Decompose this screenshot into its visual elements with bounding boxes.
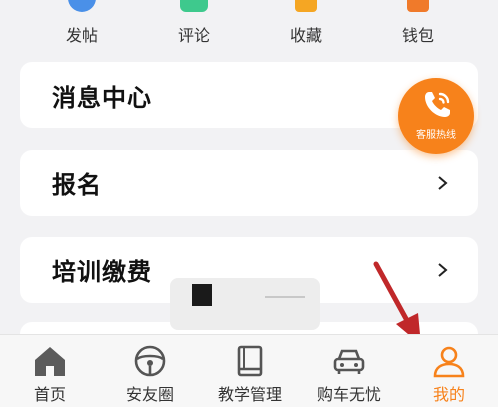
- post-icon: [68, 0, 96, 12]
- quick-action-comment[interactable]: 评论: [154, 0, 234, 52]
- bottom-tab-bar: 首页 安友圈 教学管理 购车无忧 我的: [0, 334, 498, 407]
- tab-label: 安友圈: [125, 385, 174, 404]
- tab-teaching-management[interactable]: 教学管理: [205, 335, 295, 407]
- toast-overlay-line: [265, 296, 305, 298]
- tab-label: 购车无忧: [316, 385, 381, 404]
- phone-icon: [425, 92, 450, 117]
- tab-car-purchase[interactable]: 购车无忧: [304, 335, 394, 407]
- quick-action-wallet[interactable]: 钱包: [378, 0, 458, 52]
- wallet-icon: [407, 0, 429, 12]
- chevron-right-icon: [438, 176, 448, 190]
- quick-action-label: 评论: [177, 26, 210, 45]
- home-icon: [35, 347, 65, 376]
- comment-icon: [180, 0, 208, 12]
- quick-action-label: 收藏: [289, 26, 322, 45]
- quick-actions-row: 发帖 评论 收藏 钱包: [0, 0, 498, 52]
- menu-item-title: 消息中心: [52, 84, 152, 112]
- tab-label: 首页: [33, 385, 66, 404]
- tab-label: 教学管理: [217, 385, 282, 404]
- customer-service-hotline-button[interactable]: 客服热线: [398, 78, 474, 154]
- menu-item-title: 报名: [52, 171, 102, 199]
- quick-action-label: 钱包: [401, 26, 434, 45]
- tab-mine[interactable]: 我的: [404, 335, 494, 407]
- car-icon: [333, 349, 365, 374]
- tab-home[interactable]: 首页: [5, 335, 95, 407]
- toast-overlay-icon: [192, 284, 212, 306]
- menu-item-title: 培训缴费: [52, 258, 152, 286]
- menu-item-registration[interactable]: 报名: [20, 150, 478, 216]
- chevron-right-icon: [438, 263, 448, 277]
- person-icon: [433, 346, 465, 378]
- book-icon: [237, 345, 263, 377]
- tab-community[interactable]: 安友圈: [105, 335, 195, 407]
- quick-action-label: 发帖: [65, 26, 98, 45]
- favorite-icon: [295, 0, 317, 12]
- steering-wheel-icon: [134, 345, 166, 377]
- quick-action-favorite[interactable]: 收藏: [266, 0, 346, 52]
- quick-action-post[interactable]: 发帖: [42, 0, 122, 52]
- hotline-label: 客服热线: [416, 130, 456, 141]
- tab-label: 我的: [432, 385, 465, 404]
